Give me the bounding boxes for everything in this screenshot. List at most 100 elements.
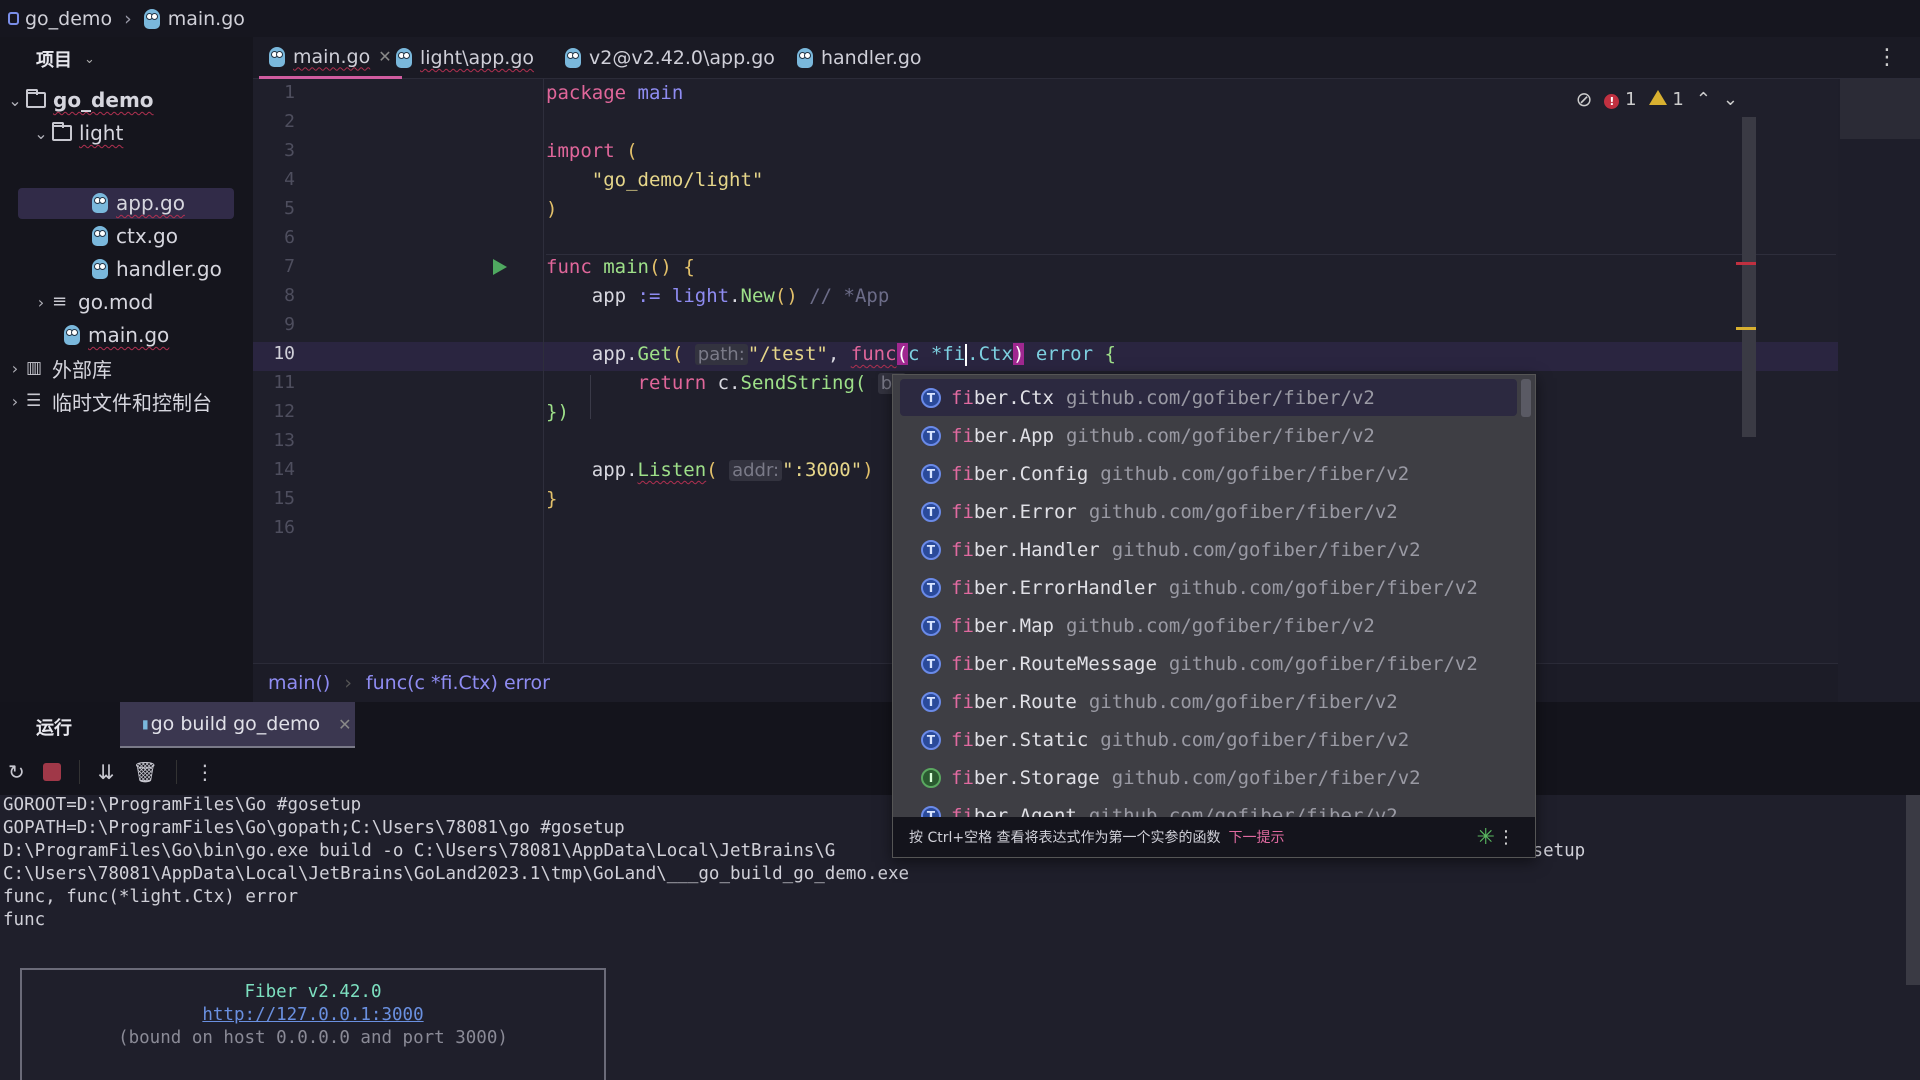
scroll-to-end-icon[interactable]: ⇊ [98, 760, 115, 784]
line-number[interactable]: 2 [253, 111, 295, 132]
close-icon[interactable]: ✕ [338, 715, 351, 734]
console-line: C:\Users\78081\AppData\Local\JetBrains\G… [3, 864, 910, 884]
completion-item[interactable]: Tfi ber.Ctx github.com/gofiber/fiber/v2 [900, 379, 1517, 416]
code-line-4: "go_demo/light" [546, 169, 764, 191]
type-icon: T [921, 577, 941, 598]
tree-item-go-demo[interactable]: ⌄ go_demo [4, 85, 154, 115]
completion-item[interactable]: Tfi ber.Handler github.com/gofiber/fiber/v… [893, 531, 1523, 568]
code-line-10: app.Get( path: "/test", func(c *fi .Ctx) e… [546, 343, 1116, 366]
tab-v2-app-go[interactable]: v2@v2.42.0\app.go [565, 37, 775, 79]
tree-item-scratches[interactable]: › ☰ 临时文件和控制台 [4, 386, 212, 416]
package-path: github.com/gofiber/fiber/v2 [1111, 538, 1421, 561]
more-options-icon[interactable]: ⋮ [1876, 45, 1898, 70]
console-line: func, func(*light.Ctx) error [3, 887, 299, 907]
error-count[interactable]: ! 1 [1604, 89, 1637, 110]
minimap[interactable] [1840, 79, 1920, 139]
clear-icon[interactable]: 🗑 [133, 760, 158, 784]
previous-problem-icon[interactable]: ⌃ [1696, 89, 1711, 110]
chevron-right-icon[interactable]: › [30, 293, 52, 312]
match-prefix: fi [951, 462, 974, 485]
project-view-selector[interactable]: 项目 ⌄ [0, 37, 253, 81]
package-path: github.com/gofiber/fiber/v2 [1065, 424, 1375, 447]
chevron-right-icon[interactable]: › [4, 359, 26, 378]
completion-item[interactable]: Tfi ber.Config github.com/gofiber/fiber/v2 [893, 455, 1523, 492]
inspection-widget[interactable]: ⊘ ! 1 1 ⌃ ⌄ [1576, 87, 1738, 111]
tree-item-label: main.go [88, 323, 170, 347]
tree-item-ctx-go[interactable]: ctx.go [92, 221, 178, 251]
tree-item-label: go_demo [53, 88, 154, 112]
project-icon [8, 12, 19, 25]
next-tip-link[interactable]: 下一提示 [1229, 827, 1285, 847]
run-tab[interactable]: ▮ go build go_demo ✕ [120, 702, 355, 748]
tree-item-main-go[interactable]: main.go [64, 320, 169, 350]
package-path: github.com/gofiber/fiber/v2 [1111, 766, 1421, 789]
completion-item[interactable]: Ifi ber.Storage github.com/gofiber/fiber/v… [893, 759, 1523, 796]
tab-main-go[interactable]: main.go ✕ [259, 37, 402, 79]
breadcrumb-item[interactable]: func(c *fi.Ctx) error [366, 672, 550, 694]
type-icon: T [921, 387, 941, 408]
line-number[interactable]: 1 [253, 82, 295, 103]
error-stripe-marker[interactable] [1736, 262, 1756, 265]
tree-item-go-mod[interactable]: › ≡ go.mod [30, 287, 154, 317]
chevron-down-icon[interactable]: ⌄ [30, 124, 52, 143]
completion-item[interactable]: Tfi ber.RouteMessage github.com/gofiber/fi… [893, 645, 1523, 682]
line-number[interactable]: 12 [253, 401, 295, 422]
line-number[interactable]: 5 [253, 198, 295, 219]
line-number[interactable]: 10 [253, 343, 295, 364]
completion-scrollbar[interactable] [1521, 379, 1531, 417]
line-number[interactable]: 13 [253, 430, 295, 451]
line-number[interactable]: 7 [253, 256, 295, 277]
match-prefix: fi [951, 500, 974, 523]
completion-item[interactable]: Tfi ber.Route github.com/gofiber/fiber/v2 [893, 683, 1523, 720]
line-number[interactable]: 16 [253, 517, 295, 538]
tab-light-app-go[interactable]: light\app.go [396, 37, 534, 79]
run-icon[interactable] [493, 259, 507, 275]
code-line-14: app.Listen( addr: ":3000") [546, 459, 874, 481]
breadcrumb-file[interactable]: main.go [168, 8, 245, 30]
more-options-icon[interactable]: ⋮ [1497, 827, 1515, 848]
tab-handler-go[interactable]: handler.go [797, 37, 922, 79]
completion-item[interactable]: Tfi ber.App github.com/gofiber/fiber/v2 [893, 417, 1523, 454]
identifier: app. [591, 343, 638, 365]
line-number[interactable]: 3 [253, 140, 295, 161]
completion-item[interactable]: Tfi ber.Map github.com/gofiber/fiber/v2 [893, 607, 1523, 644]
console-scrollbar[interactable] [1906, 795, 1920, 985]
completion-item[interactable]: Tfi ber.Error github.com/gofiber/fiber/v2 [893, 493, 1523, 530]
chevron-right-icon[interactable]: › [4, 392, 26, 411]
next-problem-icon[interactable]: ⌄ [1723, 89, 1738, 110]
completion-item[interactable]: Tfi ber.Static github.com/gofiber/fiber/v2 [893, 721, 1523, 758]
tree-item-handler-go[interactable]: handler.go [92, 254, 222, 284]
stop-icon[interactable] [42, 762, 61, 781]
reader-mode-icon[interactable]: ⊘ [1576, 87, 1593, 111]
line-number[interactable]: 6 [253, 227, 295, 248]
rerun-icon[interactable]: ↻ [8, 760, 25, 784]
tab-label: v2@v2.42.0\app.go [589, 47, 775, 69]
warning-icon [1648, 89, 1667, 105]
more-options-icon[interactable]: ⋮ [195, 760, 215, 784]
warning-stripe-marker[interactable] [1736, 327, 1756, 330]
warning-count[interactable]: 1 [1648, 88, 1684, 110]
sidebar-title: 项目 [36, 50, 72, 71]
match-prefix: fi [951, 576, 974, 599]
line-number[interactable]: 4 [253, 169, 295, 190]
completion-item[interactable]: Tfi ber.ErrorHandler github.com/gofiber/fi… [893, 569, 1523, 606]
editor-scrollbar[interactable] [1742, 117, 1756, 437]
line-number[interactable]: 14 [253, 459, 295, 480]
close-icon[interactable]: ✕ [378, 47, 391, 66]
tree-item-app-go[interactable]: app.go [92, 188, 185, 218]
chevron-right-icon: › [344, 672, 352, 694]
warning-count-value: 1 [1672, 88, 1684, 110]
line-number[interactable]: 9 [253, 314, 295, 335]
paren: ( [626, 140, 638, 162]
breadcrumb-item[interactable]: main() [268, 672, 330, 694]
package-name: light [671, 285, 730, 307]
line-number[interactable]: 15 [253, 488, 295, 509]
banner-url-link[interactable]: http://127.0.0.1:3000 [202, 1005, 423, 1025]
tree-item-light[interactable]: ⌄ light [30, 118, 123, 148]
breadcrumb-project[interactable]: go_demo [25, 8, 112, 30]
line-number[interactable]: 11 [253, 372, 295, 393]
chevron-down-icon[interactable]: ⌄ [4, 91, 26, 110]
scratches-icon: ☰ [26, 391, 42, 411]
line-number[interactable]: 8 [253, 285, 295, 306]
tree-item-external-libraries[interactable]: › ▥ 外部库 [4, 353, 112, 383]
